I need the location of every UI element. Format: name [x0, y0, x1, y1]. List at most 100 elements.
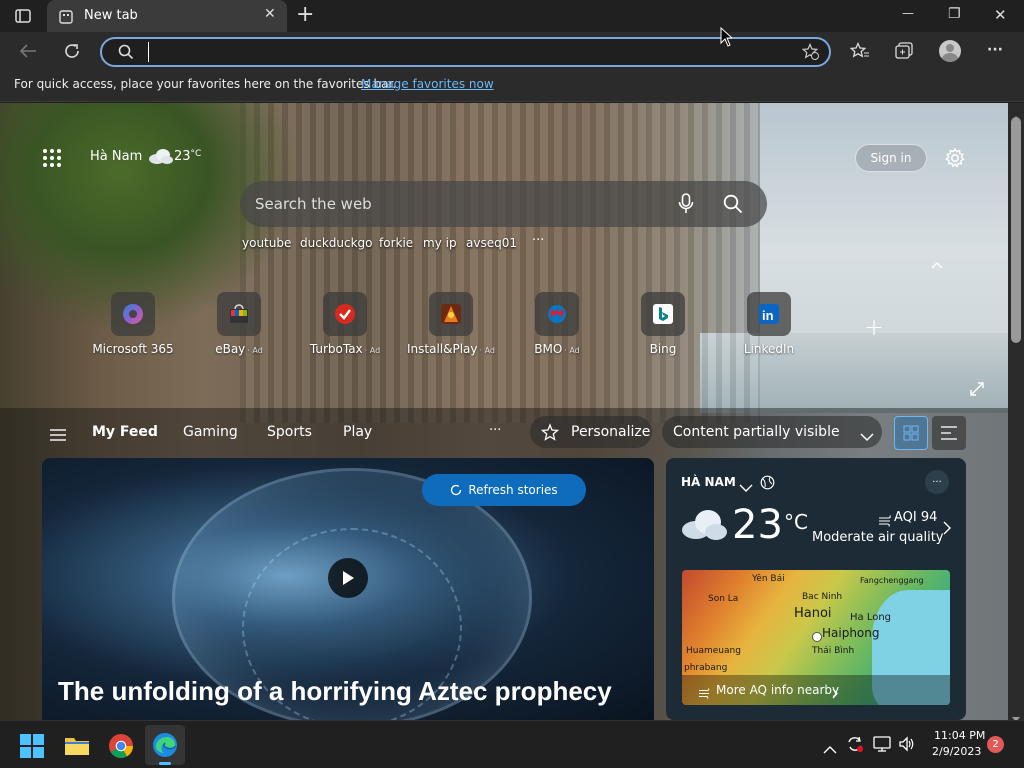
- minimize-button[interactable]: —: [902, 6, 914, 20]
- refresh-stories-button[interactable]: Refresh stories: [422, 474, 586, 506]
- personalize-button[interactable]: Personalize: [530, 416, 652, 448]
- quick-link-label: LinkedIn: [743, 342, 795, 356]
- chrome-icon[interactable]: [108, 733, 134, 763]
- list-layout-button[interactable]: [932, 416, 966, 450]
- suggestion-item[interactable]: duckduckgo: [300, 236, 373, 250]
- weather-card[interactable]: HÀ NAM ··· 23 °C AQI 94 Moderate air qua…: [666, 458, 966, 720]
- network-icon[interactable]: [873, 736, 891, 756]
- svg-text:in: in: [762, 308, 774, 323]
- sync-icon[interactable]: [846, 735, 864, 757]
- notification-badge[interactable]: 2: [987, 736, 1004, 753]
- tab-close-button[interactable]: ✕: [264, 6, 276, 22]
- tab-my-feed[interactable]: My Feed: [92, 424, 158, 440]
- title-bar: New tab ✕ + — ❐ ✕: [0, 0, 1024, 32]
- aqi-value: AQI 94: [894, 510, 938, 525]
- close-window-button[interactable]: ✕: [994, 6, 1007, 24]
- web-search-box[interactable]: Search the web: [240, 181, 767, 227]
- show-hidden-icons-chevron-up-icon[interactable]: [823, 739, 837, 758]
- tab-actions-icon[interactable]: [14, 8, 32, 24]
- more-aq-info-link[interactable]: More AQ info nearby: [682, 675, 950, 705]
- refresh-icon[interactable]: [62, 41, 82, 61]
- tab-gaming[interactable]: Gaming: [183, 424, 238, 440]
- quick-link[interactable]: Microsoft 365: [78, 292, 188, 356]
- manage-favorites-link[interactable]: Manage favorites now: [361, 77, 494, 91]
- quick-link[interactable]: in LinkedIn: [714, 292, 824, 356]
- location-chevron-down-icon[interactable]: [739, 478, 753, 497]
- location-pin-icon: [812, 632, 822, 642]
- expand-icon[interactable]: [970, 381, 984, 400]
- aqi-description: Moderate air quality: [812, 530, 944, 545]
- map-label: Hanoi: [794, 606, 832, 621]
- bing-icon: [641, 292, 685, 336]
- tab-title: New tab: [84, 8, 138, 23]
- scrollbar-thumb[interactable]: [1011, 117, 1021, 343]
- file-explorer-icon[interactable]: [64, 734, 90, 760]
- clock-date[interactable]: 2/9/2023: [932, 745, 981, 758]
- suggestions-more-button[interactable]: ···: [532, 233, 544, 248]
- globe-icon[interactable]: [760, 475, 775, 494]
- location-label[interactable]: Hà Nam: [90, 149, 142, 164]
- page-scrollbar[interactable]: [1008, 103, 1024, 722]
- suggestion-item[interactable]: avseq01: [466, 236, 517, 250]
- feed-menu-icon[interactable]: [50, 426, 66, 445]
- refresh-stories-label: Refresh stories: [468, 483, 558, 497]
- quick-link[interactable]: Install&Play · Ad: [396, 292, 506, 356]
- play-icon: [343, 571, 354, 585]
- tab-sports[interactable]: Sports: [267, 424, 312, 440]
- profile-avatar[interactable]: [939, 40, 961, 62]
- back-icon[interactable]: [18, 41, 38, 61]
- linkedin-icon: in: [747, 292, 791, 336]
- content-visibility-dropdown[interactable]: Content partially visible: [662, 416, 882, 448]
- suggestion-item[interactable]: youtube: [242, 236, 291, 250]
- chevron-right-icon: [832, 684, 838, 703]
- address-input[interactable]: [148, 42, 788, 62]
- settings-more-button[interactable]: ···: [987, 42, 1003, 58]
- cloud-icon: [148, 147, 174, 169]
- air-quality-map[interactable]: Yên Bái Fangchenggang Son La Bac Ninh Ha…: [682, 570, 950, 705]
- add-favorite-icon[interactable]: [801, 43, 820, 65]
- web-search-icon[interactable]: [723, 194, 743, 218]
- quick-link-label: Microsoft 365: [92, 342, 174, 356]
- suggestion-item[interactable]: my ip: [423, 236, 457, 250]
- quick-link[interactable]: BMO · Ad: [502, 292, 612, 356]
- collections-icon[interactable]: [895, 42, 915, 64]
- weather-location[interactable]: HÀ NAM: [681, 475, 736, 489]
- restore-button[interactable]: ❐: [948, 6, 961, 22]
- edge-taskbar-button[interactable]: [145, 725, 185, 765]
- aqi-chevron-right-icon[interactable]: [943, 520, 951, 539]
- map-label: Fangchenggang: [860, 576, 924, 585]
- list-icon: [941, 426, 957, 440]
- header-temperature[interactable]: 23°C: [174, 149, 201, 164]
- new-tab-button[interactable]: +: [296, 2, 314, 27]
- play-button[interactable]: [328, 558, 368, 598]
- ad-badge: · Ad: [247, 346, 263, 355]
- grid-layout-button[interactable]: [894, 416, 928, 450]
- page-settings-gear-icon[interactable]: [944, 147, 966, 173]
- hero-story-card[interactable]: Refresh stories The unfolding of a horri…: [42, 458, 654, 720]
- web-search-placeholder: Search the web: [255, 195, 372, 213]
- refresh-icon: [450, 484, 462, 496]
- start-windows-icon[interactable]: [20, 734, 44, 762]
- favorites-bar: For quick access, place your favorites h…: [0, 70, 1024, 102]
- map-label: Son La: [708, 594, 739, 604]
- favorites-icon[interactable]: [849, 41, 870, 64]
- tab-play[interactable]: Play: [343, 424, 372, 440]
- quick-link[interactable]: TurboTax · Ad: [290, 292, 400, 356]
- content-visibility-value: Content partially visible: [673, 424, 840, 440]
- story-headline[interactable]: The unfolding of a horrifying Aztec prop…: [58, 676, 612, 707]
- weather-more-button[interactable]: ···: [925, 470, 949, 494]
- clock-time[interactable]: 11:04 PM: [934, 729, 985, 742]
- quick-link-label: eBay: [215, 342, 246, 356]
- sign-in-button[interactable]: Sign in: [855, 144, 927, 172]
- suggestion-item[interactable]: forkie: [379, 236, 413, 250]
- ad-badge: · Ad: [564, 346, 580, 355]
- quick-link[interactable]: eBay · Ad: [184, 292, 294, 356]
- app-launcher-icon[interactable]: [42, 148, 62, 172]
- microphone-icon[interactable]: [678, 193, 694, 219]
- tab-new-tab[interactable]: New tab ✕: [47, 0, 287, 32]
- collapse-chevron-up-icon[interactable]: [930, 255, 944, 274]
- add-site-button[interactable]: +: [864, 313, 884, 341]
- volume-icon[interactable]: [898, 736, 916, 756]
- quick-link[interactable]: Bing: [608, 292, 718, 356]
- feed-tabs-more-button[interactable]: ···: [489, 423, 501, 438]
